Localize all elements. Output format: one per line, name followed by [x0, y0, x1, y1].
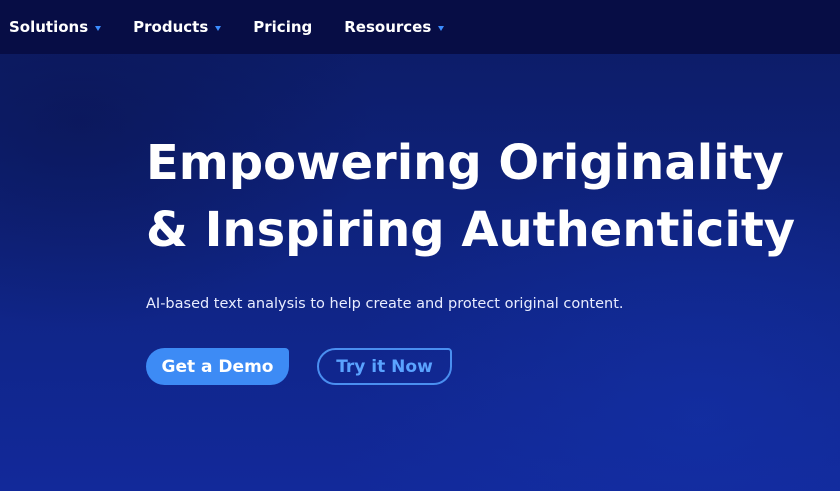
nav-item-label: Solutions: [9, 18, 89, 36]
landing-page: Solutions Products Pricing Resources Emp…: [0, 0, 840, 491]
top-nav: Solutions Products Pricing Resources: [0, 0, 840, 54]
hero-subtitle: AI-based text analysis to help create an…: [146, 296, 624, 312]
caret-down-icon: [95, 25, 102, 31]
hero-title-line-2: & Inspiring Authenticity: [146, 202, 796, 258]
caret-down-icon: [438, 25, 445, 31]
nav-item-products[interactable]: Products: [133, 18, 222, 36]
nav-item-label: Resources: [344, 18, 432, 36]
nav-item-label: Products: [133, 18, 209, 36]
cta-row: Get a Demo Try it Now: [146, 348, 836, 385]
hero-section: Empowering Originality & Inspiring Authe…: [146, 130, 836, 385]
hero-title-line-1: Empowering Originality: [146, 135, 784, 191]
nav-item-resources[interactable]: Resources: [344, 18, 445, 36]
nav-item-label: Pricing: [253, 18, 313, 36]
caret-down-icon: [215, 25, 222, 31]
get-demo-button[interactable]: Get a Demo: [146, 348, 289, 385]
nav-item-pricing[interactable]: Pricing: [253, 18, 312, 36]
hero-title: Empowering Originality & Inspiring Authe…: [146, 130, 836, 264]
nav-item-solutions[interactable]: Solutions: [9, 18, 102, 36]
try-it-now-button[interactable]: Try it Now: [317, 348, 452, 385]
